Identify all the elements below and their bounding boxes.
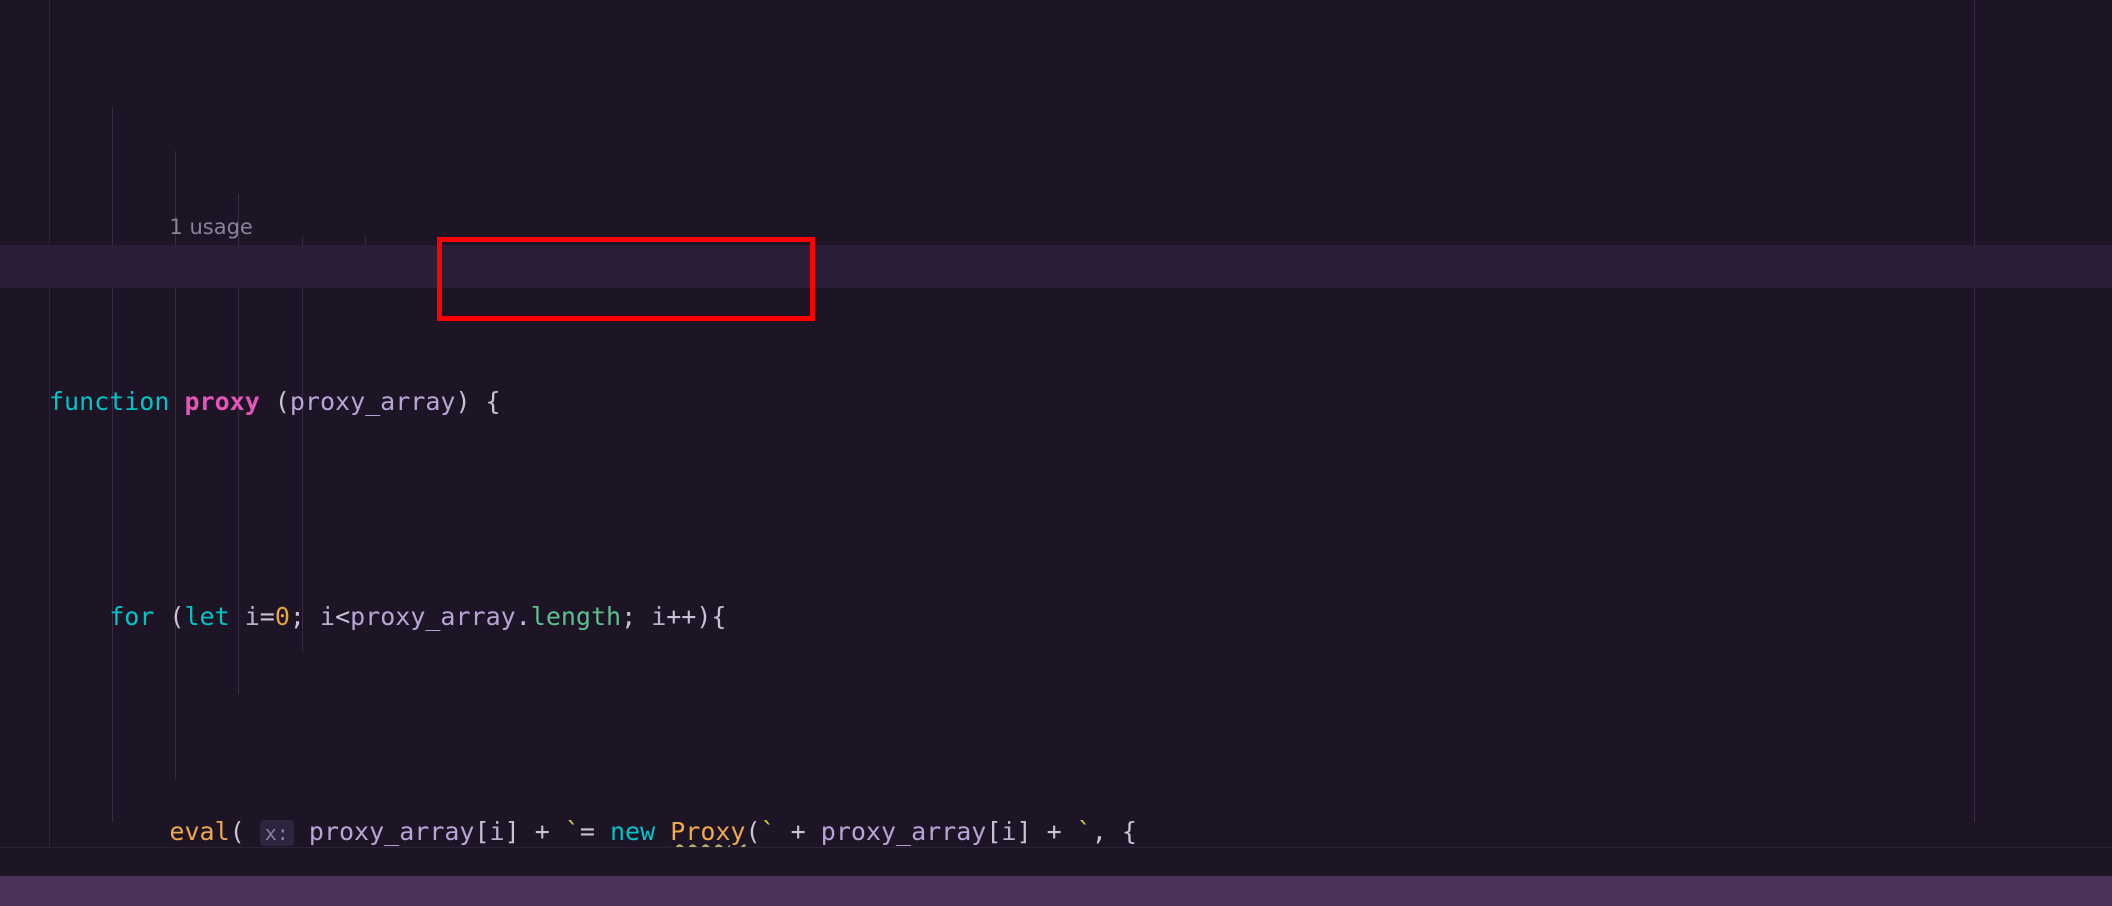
punct: (: [745, 817, 761, 846]
var-i: i: [651, 602, 667, 631]
punct: , {: [1091, 817, 1137, 846]
status-bar[interactable]: [0, 876, 2112, 906]
template-literal: `: [760, 817, 776, 846]
punct: ) {: [455, 387, 501, 416]
param-proxy-array: proxy_array: [289, 387, 456, 416]
code-line[interactable]: for (let i=0; i<proxy_array.length; i++)…: [49, 595, 1824, 638]
punct: =: [259, 602, 275, 631]
punct: ;: [621, 602, 652, 631]
right-margin-rule: [1974, 0, 1975, 822]
punct: [655, 817, 670, 846]
punct: [: [986, 817, 1002, 846]
keyword-function: function: [49, 387, 170, 416]
punct: [: [474, 817, 490, 846]
code-editor[interactable]: 1 usage function proxy (proxy_array) { f…: [0, 0, 2112, 847]
punct: ] +: [504, 817, 565, 846]
class-proxy: Proxy: [670, 817, 746, 846]
param-proxy-array: proxy_array: [820, 817, 987, 846]
code-content[interactable]: 1 usage function proxy (proxy_array) { f…: [49, 0, 1824, 847]
punct: .: [515, 602, 531, 631]
function-eval: eval: [169, 817, 230, 846]
punct: =: [579, 817, 610, 846]
editor-bottom-strip: [0, 847, 2112, 877]
code-line[interactable]: eval( x: proxy_array[i] + `= new Proxy(`…: [49, 810, 1824, 847]
punct: ;: [289, 602, 320, 631]
var-i: i: [244, 602, 260, 631]
ide-window: 1 usage function proxy (proxy_array) { f…: [0, 0, 2112, 906]
punct: [230, 602, 245, 631]
punct: (: [259, 387, 290, 416]
punct: <: [335, 602, 351, 631]
punct: ] +: [1016, 817, 1077, 846]
var-i: i: [1001, 817, 1017, 846]
punct: [294, 817, 309, 846]
code-vision-usage-hint[interactable]: 1 usage: [169, 215, 252, 239]
punct: +: [775, 817, 821, 846]
keyword-for: for: [109, 602, 155, 631]
punct: (: [229, 817, 260, 846]
var-i: i: [320, 602, 336, 631]
parameter-name-hint[interactable]: x:: [259, 820, 294, 846]
param-proxy-array: proxy_array: [308, 817, 475, 846]
punct: ++){: [666, 602, 727, 631]
editor-gutter[interactable]: [0, 0, 50, 847]
punct: (: [154, 602, 185, 631]
keyword-let: let: [184, 602, 230, 631]
code-line[interactable]: function proxy (proxy_array) {: [49, 380, 1824, 423]
template-literal: `: [564, 817, 580, 846]
prop-length: length: [530, 602, 622, 631]
keyword-new: new: [610, 817, 656, 846]
number-zero: 0: [274, 602, 290, 631]
function-name-proxy: proxy: [184, 387, 260, 416]
param-proxy-array: proxy_array: [350, 602, 516, 631]
var-i: i: [489, 817, 505, 846]
template-literal: `: [1076, 817, 1092, 846]
